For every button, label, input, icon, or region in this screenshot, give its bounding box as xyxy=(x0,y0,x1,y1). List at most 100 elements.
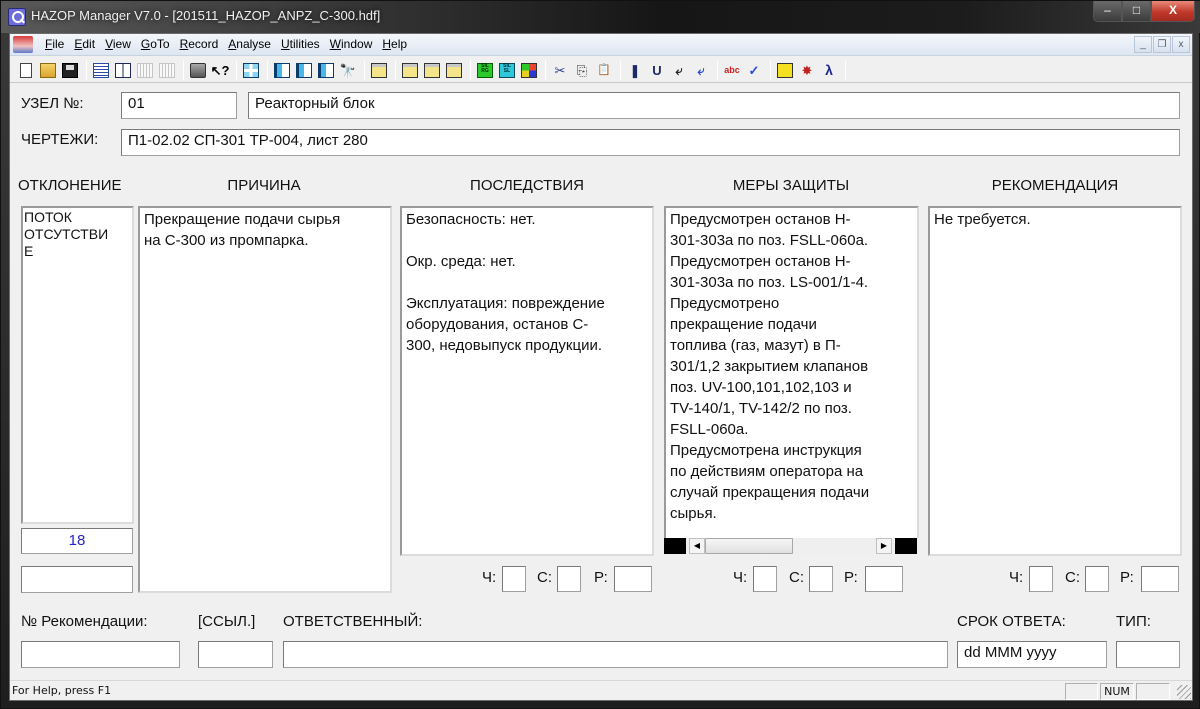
menu-file[interactable]: File xyxy=(40,37,69,51)
responsible-field[interactable] xyxy=(283,641,948,668)
menu-utilities[interactable]: Utilities xyxy=(276,37,325,51)
db-explode-icon: ✸ xyxy=(801,62,813,78)
undo-button[interactable]: U xyxy=(647,61,667,80)
worksheet-button[interactable] xyxy=(91,61,111,80)
node-name-field[interactable]: Реакторный блок xyxy=(248,92,1180,119)
close-button[interactable]: X xyxy=(1151,1,1195,22)
new-button[interactable] xyxy=(16,61,36,80)
add-row-button[interactable] xyxy=(369,61,389,80)
drawings-label: ЧЕРТЕЖИ: xyxy=(21,131,99,148)
app-magnifier-icon[interactable] xyxy=(8,8,26,26)
sil-sl-button[interactable]: SIL SL xyxy=(497,61,517,80)
consequences-frequency-field[interactable] xyxy=(502,566,526,592)
context-help-button[interactable]: ↖? xyxy=(210,61,230,80)
scroll-right-arrow-icon[interactable]: ▶ xyxy=(876,538,892,554)
find-number-button[interactable]: 🔭 xyxy=(338,61,358,80)
recommendation-risk-field[interactable] xyxy=(1141,566,1179,592)
mdi-close-button[interactable]: x xyxy=(1172,36,1190,53)
sign-button-disabled[interactable] xyxy=(157,61,177,80)
deviation-number-field[interactable]: 18 xyxy=(21,528,133,554)
consequences-severity-field[interactable] xyxy=(557,566,581,592)
recommendation-memo[interactable]: Не требуется. xyxy=(928,206,1182,556)
rec-number-field[interactable] xyxy=(21,641,180,668)
save-button[interactable] xyxy=(60,61,80,80)
return-er-button[interactable]: ⤶ xyxy=(691,61,711,80)
menu-label-rest: ecord xyxy=(188,37,219,51)
ref-field[interactable] xyxy=(198,641,273,668)
move-row-icon xyxy=(424,62,440,78)
safeguards-hscrollbar[interactable]: ◀ ▶ xyxy=(664,538,919,554)
return-ar-button[interactable]: ⤶ xyxy=(669,61,689,80)
report-icon xyxy=(777,62,793,78)
recommendation-header: РЕКОМЕНДАЦИЯ xyxy=(991,177,1119,194)
menu-goto[interactable]: GoTo xyxy=(136,37,175,51)
risk-matrix-button[interactable] xyxy=(519,61,539,80)
safeguards-severity-field[interactable] xyxy=(809,566,833,592)
menu-edit[interactable]: Edit xyxy=(69,37,100,51)
menu-window[interactable]: Window xyxy=(325,37,378,51)
db-explode-button[interactable]: ✸ xyxy=(797,61,817,80)
node-button[interactable] xyxy=(113,61,133,80)
recommendation-frequency-label: Ч: xyxy=(1009,569,1024,586)
report-button[interactable] xyxy=(775,61,795,80)
document-system-menu-icon[interactable] xyxy=(13,36,33,53)
consequences-header: ПОСЛЕДСТВИЯ xyxy=(470,177,584,194)
responsible-label: ОТВЕТСТВЕННЫЙ: xyxy=(283,613,423,630)
consequences-risk-field[interactable] xyxy=(614,566,652,592)
recommendation-frequency-field[interactable] xyxy=(1029,566,1053,592)
mdi-minimize-button[interactable]: _ xyxy=(1134,36,1152,53)
find-text-button[interactable]: abc xyxy=(722,61,742,80)
highlight-button[interactable] xyxy=(400,61,420,80)
goto-record-button[interactable] xyxy=(316,61,336,80)
bookmark-button[interactable]: ❚ xyxy=(625,61,645,80)
print-button[interactable] xyxy=(188,61,208,80)
menu-accelerator: H xyxy=(382,37,392,51)
toolbar-separator xyxy=(845,60,846,80)
menu-view[interactable]: View xyxy=(100,37,136,51)
paste-button[interactable]: 📋 xyxy=(594,61,614,80)
cut-button[interactable]: ✂ xyxy=(550,61,570,80)
safeguards-risk-field[interactable] xyxy=(865,566,903,592)
scrollbar-thumb[interactable] xyxy=(705,538,793,554)
consequences-memo[interactable]: Безопасность: нет. Окр. среда: нет. Эксп… xyxy=(400,206,654,556)
spell-check-button[interactable]: ✓ xyxy=(744,61,764,80)
columns-button-disabled[interactable] xyxy=(135,61,155,80)
resize-grip-icon[interactable] xyxy=(1177,685,1191,699)
insert-record-button[interactable] xyxy=(241,61,261,80)
menu-accelerator: V xyxy=(105,37,113,51)
mdi-restore-button[interactable]: ❐ xyxy=(1153,36,1171,53)
consequences-risk-label: Р: xyxy=(594,569,608,586)
title-bar[interactable]: HAZOP Manager V7.0 - [201511_HAZOP_ANPZ_… xyxy=(1,1,1200,33)
menu-help[interactable]: Help xyxy=(377,37,412,51)
sil-rg-button[interactable]: SIL RG xyxy=(475,61,495,80)
due-date-field[interactable]: dd MMM yyyy xyxy=(957,641,1107,668)
move-row-button[interactable] xyxy=(422,61,442,80)
type-field[interactable] xyxy=(1116,641,1180,668)
minimize-button[interactable]: – xyxy=(1093,1,1122,22)
menu-analyse[interactable]: Analyse xyxy=(223,37,276,51)
resize-row-button[interactable] xyxy=(444,61,464,80)
previous-record-button[interactable] xyxy=(272,61,292,80)
open-button[interactable] xyxy=(38,61,58,80)
toolbar-separator xyxy=(86,60,87,80)
safeguards-memo[interactable]: Предусмотрен останов Н- 301-303а по поз.… xyxy=(664,206,919,540)
recommendation-severity-field[interactable] xyxy=(1085,566,1109,592)
deviation-memo[interactable]: ПОТОК ОТСУТСТВИ Е xyxy=(21,206,134,524)
scroll-left-arrow-icon[interactable]: ◀ xyxy=(689,538,705,554)
node-number-field[interactable]: 01 xyxy=(121,92,237,119)
copy-button[interactable]: ⎘ xyxy=(572,61,592,80)
node-label: УЗЕЛ №: xyxy=(21,95,84,112)
drawings-field[interactable]: П1-02.02 СП-301 ТР-004, лист 280 xyxy=(121,129,1180,156)
menu-record[interactable]: Record xyxy=(175,37,224,51)
return-ar-icon: ⤶ xyxy=(675,62,683,78)
deviation-extra-field[interactable] xyxy=(21,566,133,593)
cause-memo[interactable]: Прекращение подачи сырья на С-300 из про… xyxy=(138,206,392,593)
client-area: File Edit View GoTo Record Analyse Utilities Wi… xyxy=(9,33,1193,701)
new-document-icon xyxy=(20,62,32,78)
safeguards-frequency-field[interactable] xyxy=(753,566,777,592)
maximize-button[interactable]: □ xyxy=(1122,1,1151,22)
risk-matrix-icon xyxy=(521,62,537,78)
db-lambda-button[interactable]: λ xyxy=(819,61,839,80)
status-pane-num: NUM xyxy=(1100,683,1134,700)
next-record-button[interactable] xyxy=(294,61,314,80)
